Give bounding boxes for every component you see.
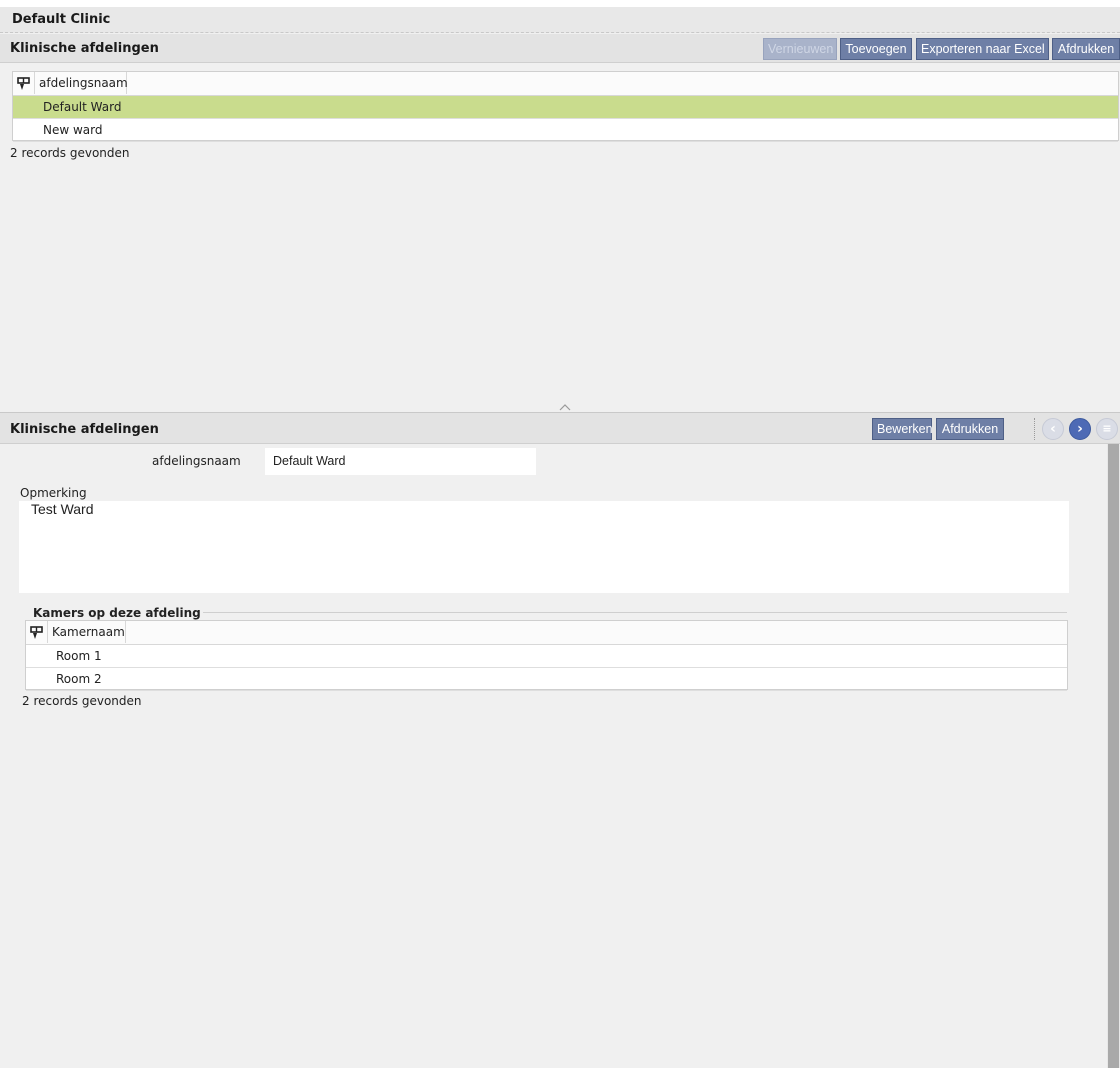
print-button[interactable]: Afdrukken: [1052, 38, 1120, 60]
rooms-grid: Kamernaam Room 1 Room 2: [25, 620, 1068, 691]
wards-grid: afdelingsnaam Default Ward New ward: [12, 71, 1119, 142]
list-icon[interactable]: ≡: [1096, 418, 1118, 440]
panel-splitter[interactable]: [0, 404, 1120, 412]
app-title: Default Clinic: [12, 12, 111, 27]
top-edge: [0, 0, 1120, 7]
ward-name-field[interactable]: Default Ward: [265, 448, 536, 475]
column-header-afdelingsnaam[interactable]: afdelingsnaam: [34, 72, 128, 94]
column-filter-icon[interactable]: [16, 76, 31, 91]
column-filter-icon[interactable]: [29, 625, 44, 640]
table-row[interactable]: Default Ward: [13, 96, 1118, 119]
export-excel-button[interactable]: Exporteren naar Excel: [916, 38, 1049, 60]
table-row[interactable]: Room 2: [26, 668, 1067, 691]
rooms-legend: Kamers op deze afdeling: [33, 606, 201, 620]
remark-label: Opmerking: [20, 486, 87, 500]
edit-button[interactable]: Bewerken: [872, 418, 933, 440]
detail-section-title: Klinische afdelingen: [10, 422, 159, 437]
table-row[interactable]: Room 1: [26, 645, 1067, 668]
app-title-bar: Default Clinic: [0, 7, 1120, 33]
chevron-left-icon[interactable]: ‹: [1042, 418, 1064, 440]
detail-print-button[interactable]: Afdrukken: [936, 418, 1004, 440]
fieldset-line: [203, 612, 1067, 613]
list-section-header: Klinische afdelingen Vernieuwen Toevoege…: [0, 34, 1120, 63]
detail-section-header: Klinische afdelingen Bewerken Afdrukken …: [0, 412, 1120, 444]
toolbar-divider: [1034, 418, 1036, 440]
chevron-right-icon[interactable]: ›: [1069, 418, 1091, 440]
record-count: 2 records gevonden: [10, 146, 130, 160]
list-section-title: Klinische afdelingen: [10, 41, 159, 56]
add-button[interactable]: Toevoegen: [840, 38, 912, 60]
detail-scrollbar-thumb[interactable]: [1108, 444, 1119, 1068]
grid-header: Kamernaam: [26, 621, 1067, 645]
column-header-kamernaam[interactable]: Kamernaam: [47, 621, 126, 643]
refresh-button[interactable]: Vernieuwen: [763, 38, 837, 60]
remark-textarea[interactable]: Test Ward: [19, 501, 1069, 593]
table-row[interactable]: New ward: [13, 119, 1118, 142]
collapse-chevron-icon[interactable]: [559, 404, 571, 411]
grid-header: afdelingsnaam: [13, 72, 1118, 96]
rooms-record-count: 2 records gevonden: [22, 694, 142, 708]
ward-name-label: afdelingsnaam: [152, 454, 241, 468]
